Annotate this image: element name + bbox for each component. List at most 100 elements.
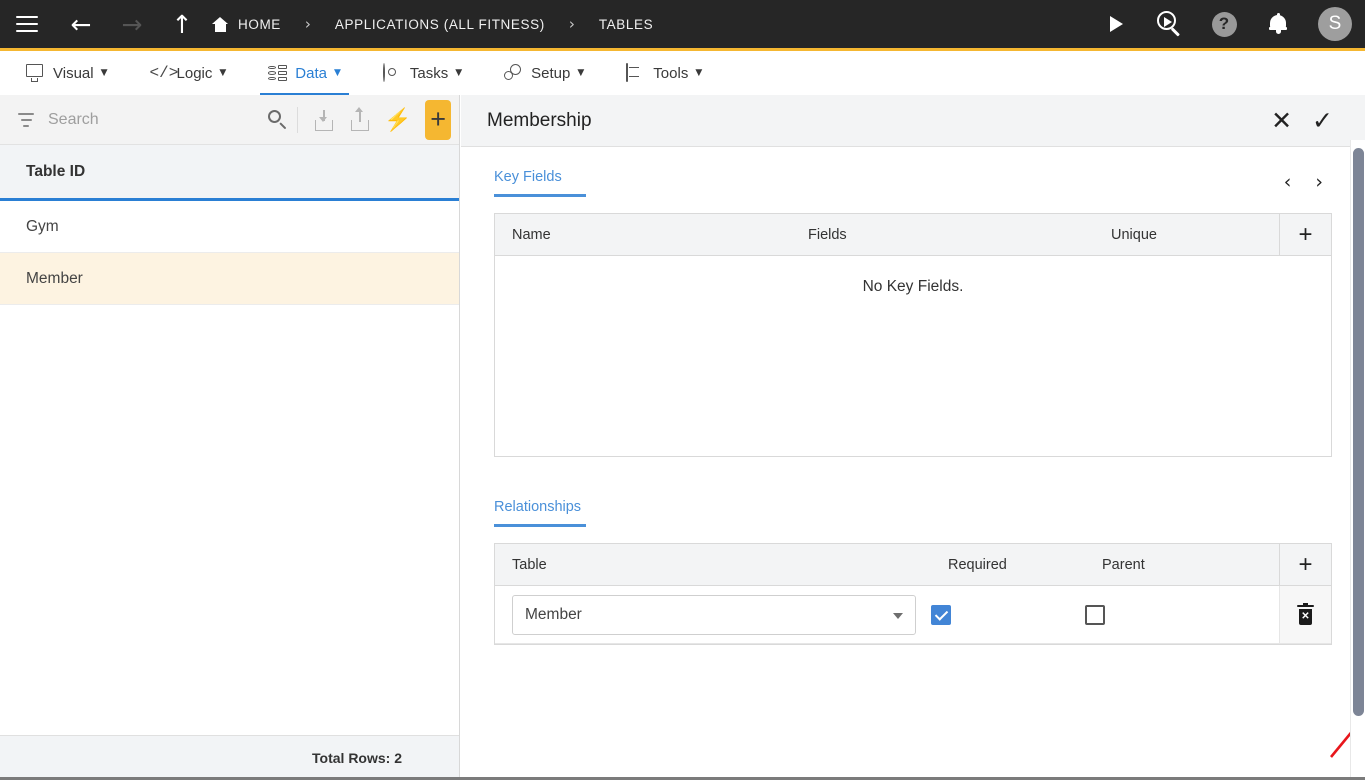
table-row-label: Gym (26, 217, 59, 235)
column-header-unique[interactable]: Unique (1094, 227, 1254, 243)
section-label-key-fields[interactable]: Key Fields (461, 147, 562, 185)
required-cell (916, 604, 1070, 625)
column-header-name[interactable]: Name (495, 227, 791, 243)
home-icon (212, 16, 229, 32)
column-header-parent[interactable]: Parent (1085, 557, 1254, 573)
export-icon[interactable] (349, 106, 369, 131)
empty-message: No Key Fields. (862, 278, 964, 295)
column-header-required[interactable]: Required (931, 557, 1085, 573)
add-table-button[interactable]: + (425, 99, 452, 140)
menu-item-visual[interactable]: Visual ▼ (14, 51, 120, 95)
vertical-scrollbar[interactable] (1350, 140, 1365, 780)
confirm-icon[interactable]: ✓ (1312, 108, 1333, 133)
target-icon (382, 62, 403, 83)
relationships-grid-header: Table Required Parent + (495, 543, 1331, 586)
chevron-down-icon: ▼ (333, 68, 341, 78)
total-rows-label: Total Rows: 2 (312, 750, 402, 766)
key-fields-grid-header: Name Fields Unique + (495, 213, 1331, 256)
chevron-down-icon: ▼ (577, 68, 585, 78)
up-button[interactable]: ↑ (156, 12, 208, 37)
chevron-left-icon[interactable]: ‹ (1284, 173, 1292, 192)
top-navigation-bar: ← → ↑ HOME › APPLICATIONS (ALL FITNESS) … (0, 0, 1365, 48)
detail-panel-header: Membership ✕ ✓ (461, 95, 1365, 147)
parent-cell (1070, 604, 1239, 625)
search-icon[interactable] (267, 109, 287, 131)
arrow-left-icon: ← (70, 9, 92, 39)
avatar: S (1318, 7, 1352, 41)
search-run-button[interactable] (1143, 11, 1197, 37)
section-pager: ‹ › (1284, 173, 1323, 192)
gears-icon (504, 64, 524, 82)
menu-label-tasks: Tasks (409, 64, 449, 82)
breadcrumb-applications[interactable]: APPLICATIONS (ALL FITNESS) (335, 17, 545, 32)
run-icon (1109, 16, 1123, 32)
breadcrumb-label-home: HOME (238, 16, 281, 32)
run-button[interactable] (1089, 16, 1143, 32)
hamburger-menu-button[interactable] (0, 16, 54, 32)
forward-button[interactable]: → (108, 12, 156, 37)
table-row-label: Member (26, 269, 83, 287)
add-key-field-button[interactable]: + (1279, 213, 1331, 256)
help-button[interactable]: ? (1197, 11, 1251, 37)
menu-item-data[interactable]: Data ▼ (256, 51, 353, 96)
parent-checkbox[interactable] (1085, 604, 1105, 625)
chevron-down-icon: ▼ (100, 68, 108, 78)
application-window: ← → ↑ HOME › APPLICATIONS (ALL FITNESS) … (0, 0, 1365, 780)
detail-panel-body: Key Fields ‹ › Name Fields Unique + No K… (461, 147, 1365, 780)
module-menu-bar: Visual ▼ </> Logic ▼ Data ▼ Tasks ▼ Setu… (0, 48, 1365, 96)
user-avatar-button[interactable]: S (1305, 7, 1365, 41)
monitor-icon (26, 63, 46, 83)
menu-label-tools: Tools (653, 64, 689, 82)
chevron-down-icon: ▼ (455, 68, 463, 78)
menu-label-data: Data (295, 64, 327, 82)
scrollbar-thumb[interactable] (1353, 148, 1364, 716)
lightning-icon[interactable]: ⚡ (384, 108, 411, 131)
menu-item-logic[interactable]: </> Logic ▼ (138, 51, 239, 95)
search-run-icon (1157, 11, 1183, 37)
relationship-table-cell: Member (495, 594, 916, 635)
search-input[interactable] (42, 110, 255, 129)
menu-item-tasks[interactable]: Tasks ▼ (371, 51, 474, 95)
help-icon: ? (1211, 11, 1237, 37)
close-icon[interactable]: ✕ (1271, 108, 1292, 133)
breadcrumb-home[interactable]: HOME (212, 16, 281, 32)
breadcrumb-separator: › (304, 15, 311, 33)
notifications-button[interactable] (1251, 13, 1305, 35)
chevron-right-icon[interactable]: › (1315, 173, 1323, 192)
notifications-icon (1269, 13, 1287, 35)
add-relationship-button[interactable]: + (1279, 543, 1331, 586)
table-row: Member ✕ (495, 586, 1331, 644)
import-icon[interactable] (313, 109, 333, 131)
hamburger-icon (16, 16, 38, 32)
back-button[interactable]: ← (54, 12, 108, 37)
toolbox-icon (626, 62, 646, 83)
chevron-down-icon: ▼ (695, 68, 703, 78)
sidebar-toolbar: ⚡ + (0, 95, 459, 145)
section-label-relationships[interactable]: Relationships (461, 477, 581, 515)
breadcrumb-tables[interactable]: TABLES (599, 17, 653, 32)
required-checkbox[interactable] (931, 604, 951, 625)
sidebar-footer: Total Rows: 2 (0, 735, 459, 780)
menu-item-setup[interactable]: Setup ▼ (492, 51, 596, 95)
delete-relationship-button[interactable]: ✕ (1279, 586, 1331, 643)
page-title: Membership (487, 109, 592, 131)
chevron-down-icon: ▼ (219, 68, 227, 78)
table-select[interactable]: Member (512, 594, 916, 635)
relationships-grid: Table Required Parent + Member ✕ (494, 543, 1332, 645)
chevron-down-icon[interactable] (893, 612, 903, 619)
table-row-member[interactable]: Member (0, 253, 459, 305)
column-header-fields[interactable]: Fields (791, 227, 1094, 243)
table-row-gym[interactable]: Gym (0, 201, 459, 253)
filter-icon[interactable] (18, 112, 34, 127)
sidebar-column-header[interactable]: Table ID (0, 145, 459, 201)
menu-item-tools[interactable]: Tools ▼ (614, 51, 714, 95)
detail-panel-actions: ✕ ✓ (1271, 108, 1365, 133)
relationships-section: Relationships Table Required Parent + Me… (461, 477, 1365, 645)
column-header-table[interactable]: Table (495, 557, 931, 573)
menu-label-visual: Visual (53, 64, 94, 82)
column-header-table-id: Table ID (26, 162, 86, 180)
toolbar-divider (297, 106, 298, 133)
key-fields-grid: Name Fields Unique + No Key Fields. (494, 213, 1332, 457)
tables-sidebar: ⚡ + Table ID Gym Member Total Rows: 2 (0, 95, 460, 780)
arrow-right-icon: → (121, 9, 143, 39)
